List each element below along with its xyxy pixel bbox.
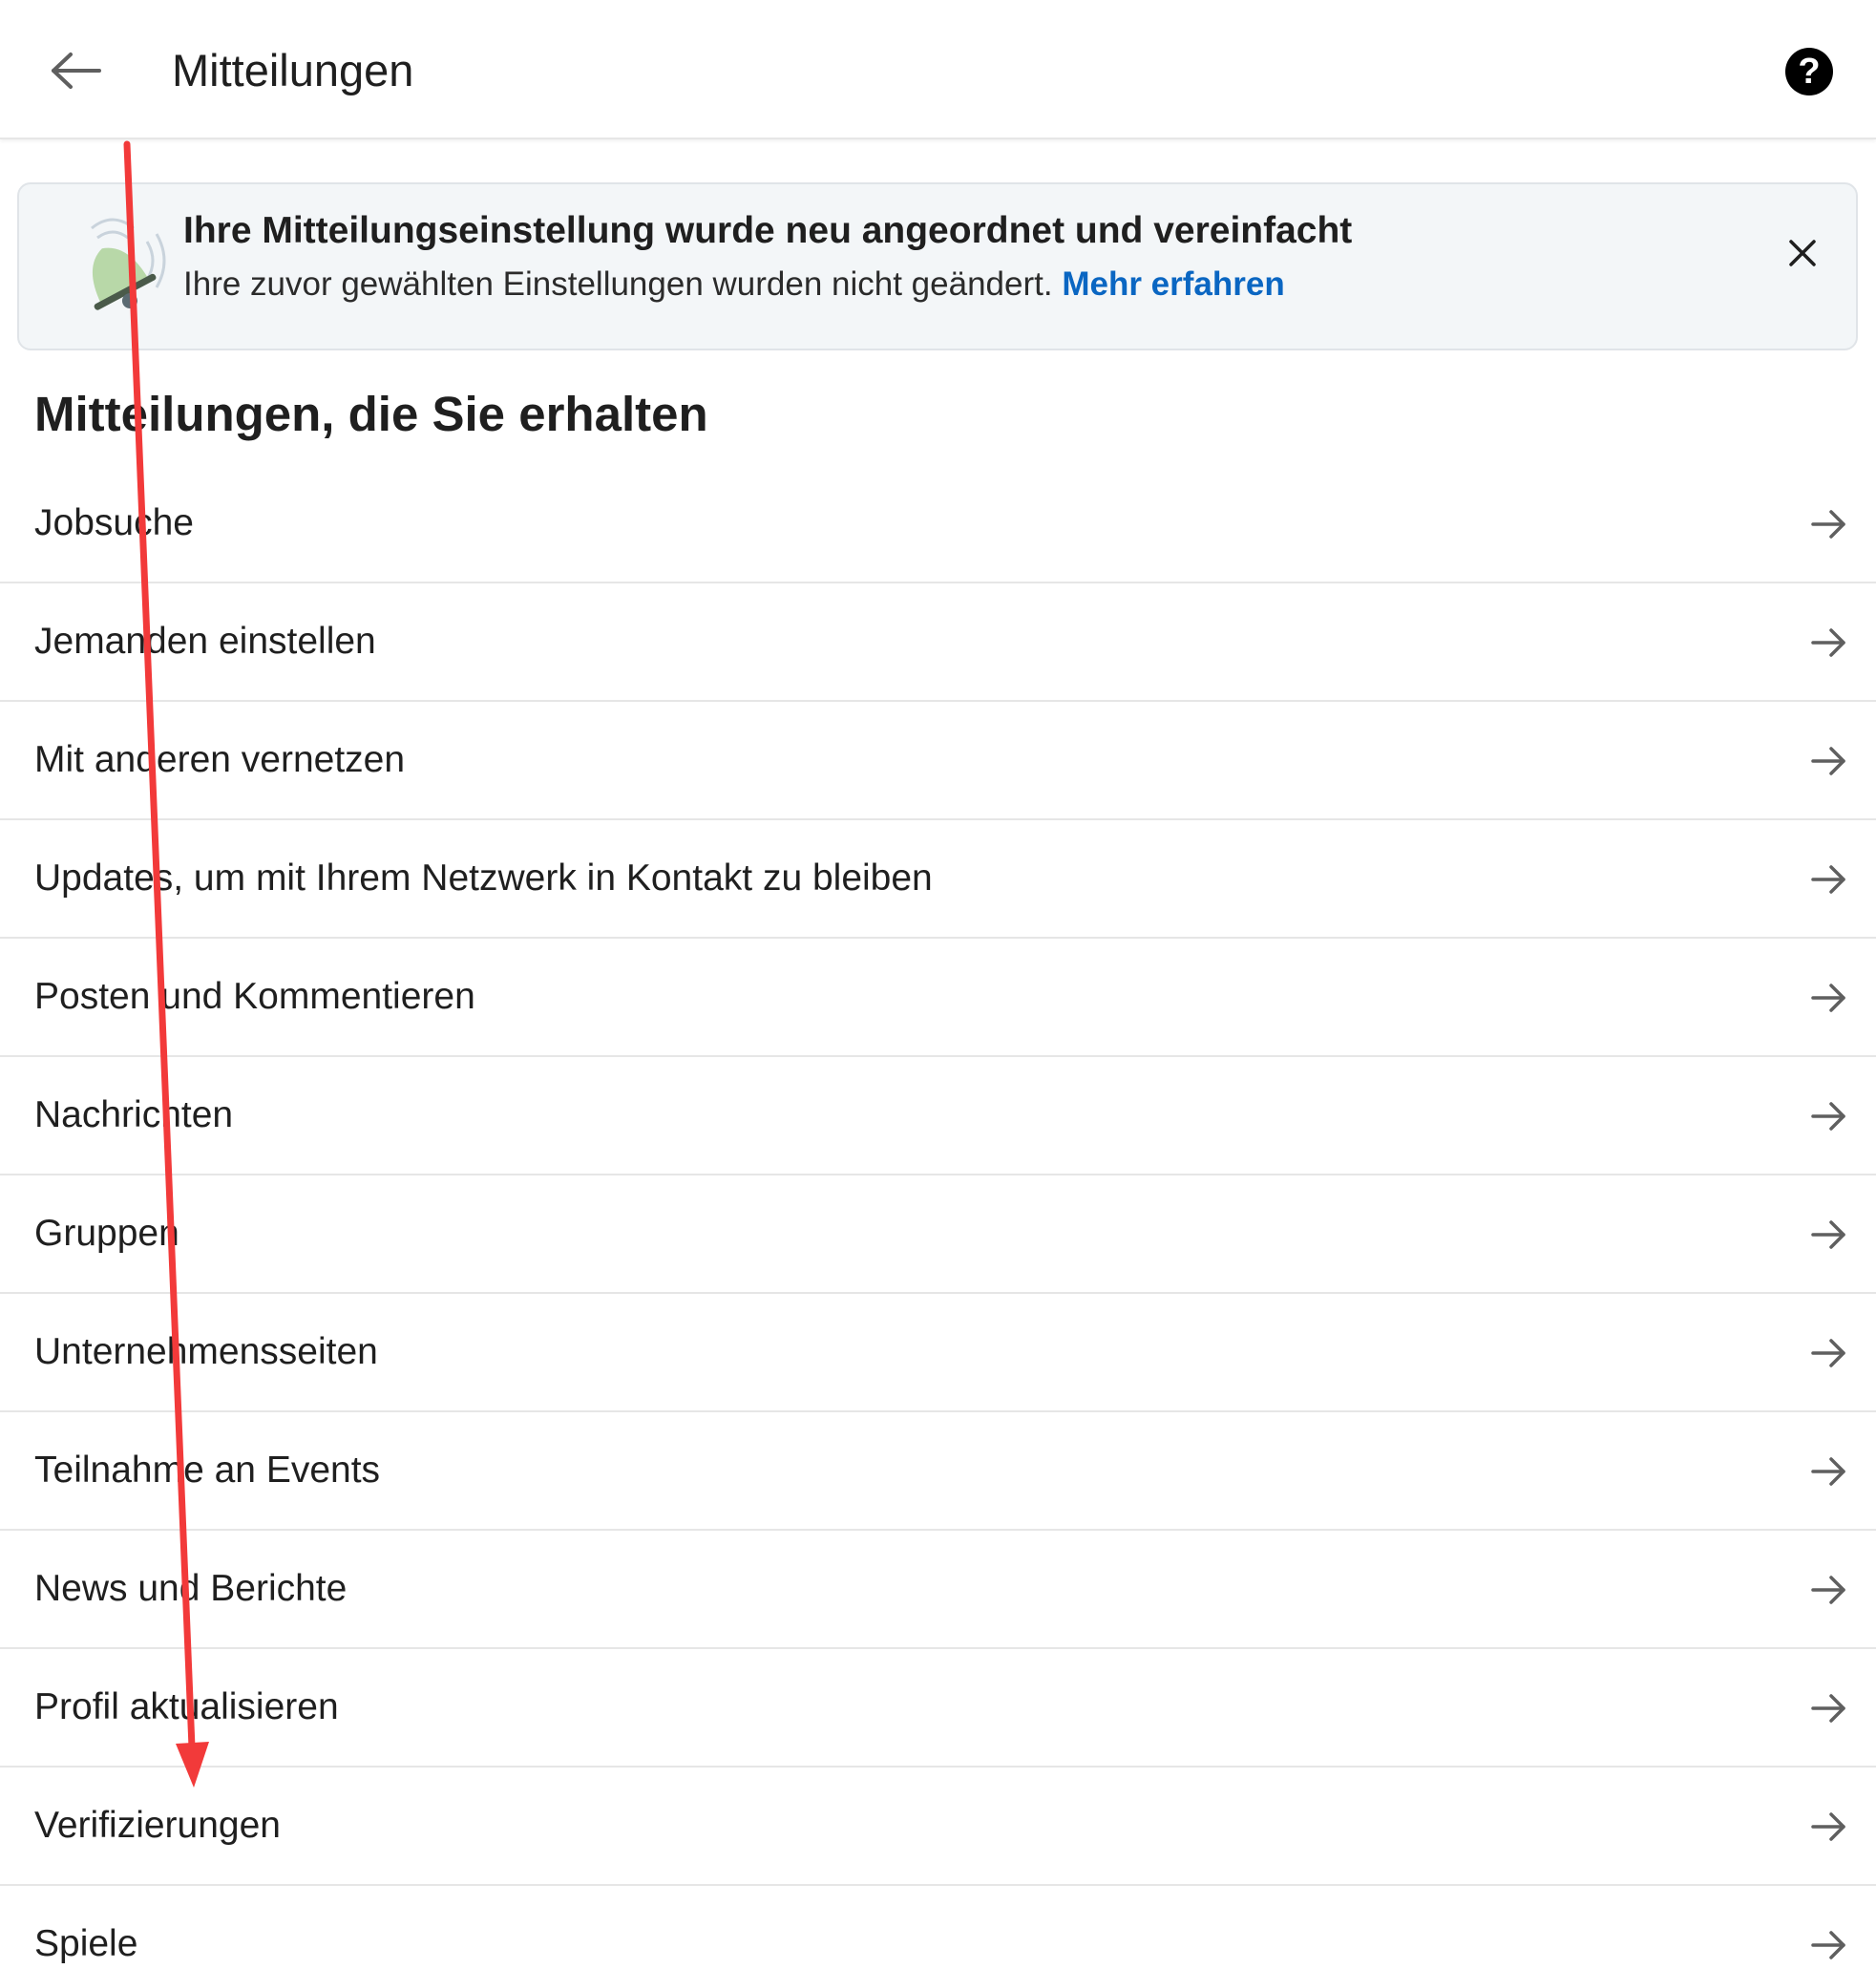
arrow-right-icon — [1811, 865, 1845, 894]
list-item-label: Posten und Kommentieren — [34, 976, 475, 1017]
list-item[interactable]: Jemanden einstellen — [0, 583, 1876, 702]
list-item[interactable]: Gruppen — [0, 1175, 1876, 1294]
banner-message: Ihre zuvor gewählten Einstellungen wurde… — [183, 263, 1285, 307]
arrow-right-icon — [1811, 1102, 1845, 1131]
arrow-left-icon — [52, 53, 101, 89]
arrow-right-icon — [1811, 1220, 1845, 1249]
list-item-label: Nachrichten — [34, 1094, 234, 1135]
list-item-label: Spiele — [34, 1923, 138, 1964]
list-item[interactable]: Verifizierungen — [0, 1768, 1876, 1886]
help-button[interactable]: ? — [1785, 48, 1833, 95]
list-item[interactable]: Unternehmensseiten — [0, 1294, 1876, 1412]
bell-icon — [91, 218, 166, 310]
list-item[interactable]: Jobsuche — [0, 465, 1876, 583]
page-title: Mitteilungen — [172, 45, 414, 95]
arrow-right-icon — [1811, 1457, 1845, 1486]
list-item-label: Verifizierungen — [34, 1805, 281, 1846]
banner-close-button[interactable] — [1774, 224, 1831, 282]
top-app-bar: Mitteilungen ? — [0, 0, 1876, 139]
list-item-label: News und Berichte — [34, 1568, 348, 1609]
list-item[interactable]: Nachrichten — [0, 1057, 1876, 1175]
back-button[interactable] — [38, 34, 115, 107]
arrow-right-icon — [1811, 984, 1845, 1012]
banner-message-text: Ihre zuvor gewählten Einstellungen wurde… — [183, 265, 1053, 303]
arrow-right-icon — [1811, 1812, 1845, 1841]
close-icon — [1789, 240, 1816, 266]
banner-title: Ihre Mitteilungseinstellung wurde neu an… — [183, 210, 1353, 251]
arrow-right-icon — [1811, 1339, 1845, 1367]
list-item-label: Jemanden einstellen — [34, 621, 376, 662]
list-item-label: Updates, um mit Ihrem Netzwerk in Kontak… — [34, 857, 933, 899]
list-item[interactable]: Mit anderen vernetzen — [0, 702, 1876, 820]
list-item-label: Teilnahme an Events — [34, 1450, 381, 1491]
notification-settings-page: Mitteilungen ? Ihre Mitteilungseinstellu… — [0, 0, 1876, 1969]
arrow-right-icon — [1811, 1576, 1845, 1604]
arrow-right-icon — [1811, 510, 1845, 539]
list-item[interactable]: News und Berichte — [0, 1531, 1876, 1649]
arrow-right-icon — [1811, 1931, 1845, 1959]
arrow-right-icon — [1811, 628, 1845, 657]
arrow-right-icon — [1811, 747, 1845, 775]
list-item[interactable]: Teilnahme an Events — [0, 1412, 1876, 1531]
list-item-label: Profil aktualisieren — [34, 1686, 339, 1727]
list-item[interactable]: Posten und Kommentieren — [0, 939, 1876, 1057]
notification-category-list: Jobsuche Jemanden einstellen Mit anderen v… — [0, 465, 1876, 1969]
list-item-label: Unternehmensseiten — [34, 1331, 378, 1372]
list-item-label: Mit anderen vernetzen — [34, 739, 406, 780]
list-item[interactable]: Updates, um mit Ihrem Netzwerk in Kontak… — [0, 820, 1876, 939]
learn-more-link[interactable]: Mehr erfahren — [1062, 265, 1284, 303]
list-item-label: Jobsuche — [34, 502, 194, 543]
list-item[interactable]: Profil aktualisieren — [0, 1649, 1876, 1768]
arrow-right-icon — [1811, 1694, 1845, 1723]
help-circle-icon: ? — [1798, 51, 1821, 92]
info-banner: Ihre Mitteilungseinstellung wurde neu an… — [17, 182, 1858, 350]
section-heading: Mitteilungen, die Sie erhalten — [34, 387, 708, 441]
list-item-label: Gruppen — [34, 1213, 179, 1254]
list-item[interactable]: Spiele — [0, 1886, 1876, 1969]
